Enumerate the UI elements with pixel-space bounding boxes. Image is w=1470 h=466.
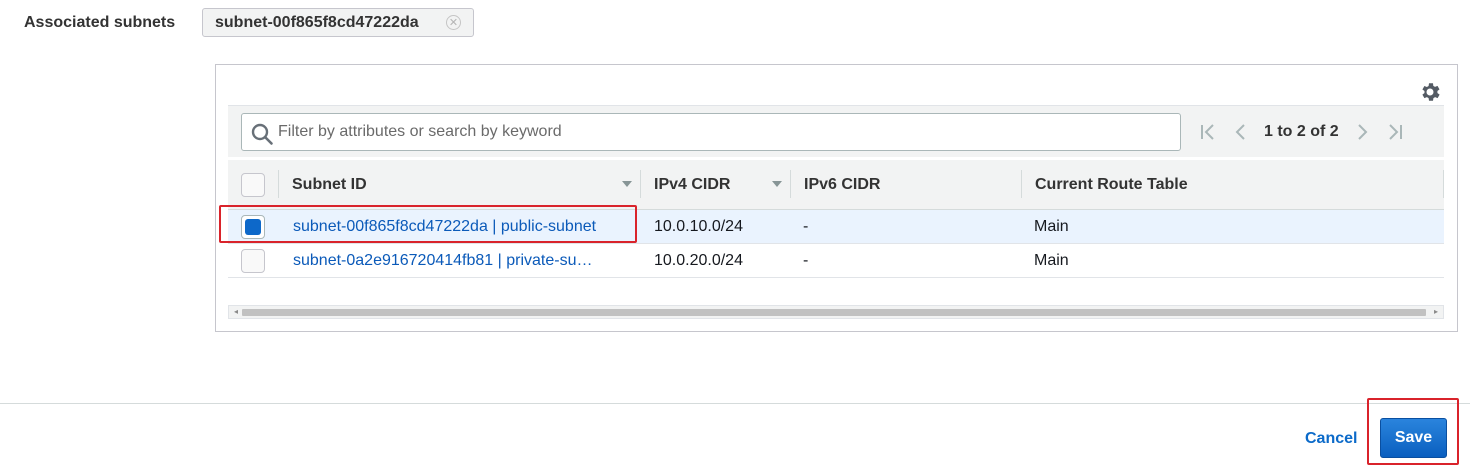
footer-divider <box>0 403 1470 404</box>
highlight-box <box>1367 398 1459 465</box>
subnet-token: subnet-00f865f8cd47222da ✕ <box>202 8 474 37</box>
scroll-right-icon[interactable]: ▸ <box>1430 306 1442 318</box>
table-header: Subnet ID IPv4 CIDR IPv6 CIDR Current Ro… <box>228 160 1444 210</box>
subnet-link[interactable]: subnet-0a2e916720414fb81 | private-su… <box>293 244 633 278</box>
pagination-text: 1 to 2 of 2 <box>1264 123 1339 140</box>
search-icon <box>251 123 273 145</box>
table-toolbar: 1 to 2 of 2 <box>228 105 1444 157</box>
subnet-token-label: subnet-00f865f8cd47222da <box>215 13 419 31</box>
associated-subnets-label: Associated subnets <box>24 14 176 31</box>
column-divider <box>1443 170 1444 198</box>
table-row[interactable]: subnet-0a2e916720414fb81 | private-su… 1… <box>228 244 1444 278</box>
ipv6-cidr-cell: - <box>803 218 809 235</box>
column-header-ipv6-cidr[interactable]: IPv6 CIDR <box>804 160 880 210</box>
ipv4-cidr-cell: 10.0.10.0/24 <box>654 218 743 235</box>
column-header-ipv4-cidr[interactable]: IPv4 CIDR <box>654 160 730 210</box>
column-divider <box>278 170 279 198</box>
pagination: 1 to 2 of 2 <box>1196 118 1415 146</box>
gear-icon[interactable] <box>1418 80 1442 104</box>
cancel-button[interactable]: Cancel <box>1297 427 1365 451</box>
column-divider <box>640 170 641 198</box>
select-all-checkbox[interactable] <box>241 173 265 197</box>
column-header-route-table[interactable]: Current Route Table <box>1035 160 1188 210</box>
ipv6-cidr-cell: - <box>803 252 809 269</box>
scrollbar-thumb[interactable] <box>242 309 1426 316</box>
last-page-icon[interactable] <box>1383 120 1407 144</box>
first-page-icon[interactable] <box>1196 120 1220 144</box>
sort-caret-icon[interactable] <box>772 181 782 187</box>
route-table-cell: Main <box>1034 252 1069 269</box>
scroll-left-icon[interactable]: ◂ <box>230 306 242 318</box>
subnets-table-panel: 1 to 2 of 2 Subnet ID IPv4 CIDR IPv6 CID… <box>215 64 1458 332</box>
search-input[interactable] <box>278 115 1168 149</box>
sort-caret-icon[interactable] <box>622 181 632 187</box>
column-header-subnet-id[interactable]: Subnet ID <box>292 160 367 210</box>
close-circle-icon[interactable]: ✕ <box>446 15 461 30</box>
highlight-box <box>219 205 637 243</box>
search-box[interactable] <box>241 113 1181 151</box>
horizontal-scrollbar[interactable]: ◂ ▸ <box>228 305 1444 319</box>
route-table-cell: Main <box>1034 218 1069 235</box>
row-checkbox[interactable] <box>241 249 265 273</box>
ipv4-cidr-cell: 10.0.20.0/24 <box>654 252 743 269</box>
column-divider <box>1021 170 1022 198</box>
next-page-icon[interactable] <box>1351 120 1375 144</box>
prev-page-icon[interactable] <box>1228 120 1252 144</box>
column-divider <box>790 170 791 198</box>
